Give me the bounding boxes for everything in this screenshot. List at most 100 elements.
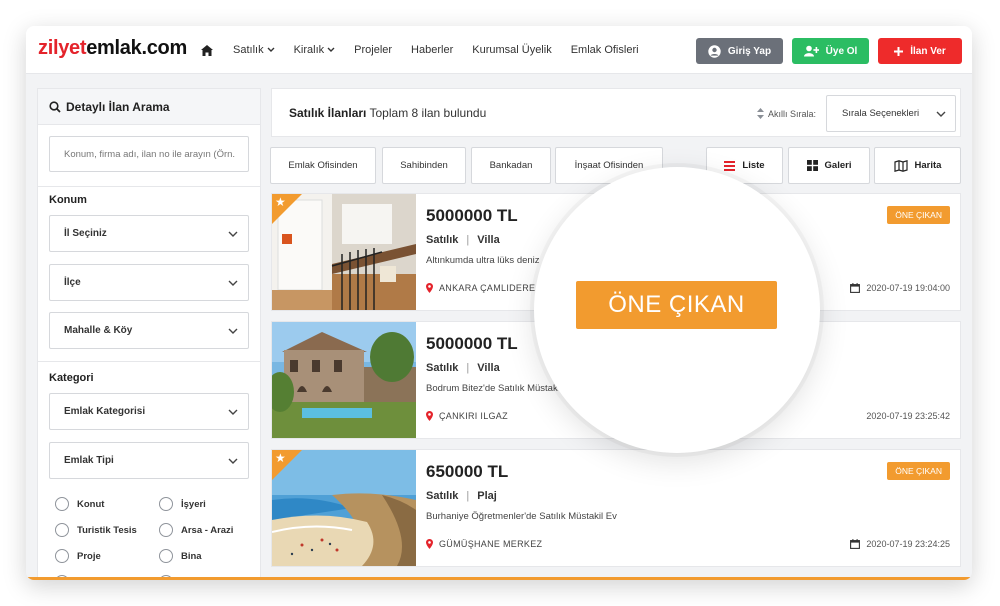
listing-location: ANKARA ÇAMLIDERE — [426, 283, 535, 293]
logo-part-red: zilyet — [38, 37, 87, 59]
radio-circle[interactable] — [159, 523, 173, 537]
radio-isyeri[interactable]: İşyeri — [159, 497, 206, 511]
sidebar-header: Detaylı İlan Arama — [38, 89, 260, 125]
radio-label: Arsa - Arazi — [181, 524, 234, 536]
grid-icon — [806, 160, 818, 171]
chevron-down-icon — [228, 328, 238, 334]
sort-select-value: Sırala Seçenekleri — [842, 108, 920, 119]
post-listing-button[interactable]: İlan Ver — [878, 38, 962, 64]
radio-label: Bina — [181, 550, 202, 562]
listing-photo[interactable] — [272, 322, 416, 438]
list-icon — [724, 160, 736, 171]
nav-satilik[interactable]: Satılık — [233, 44, 275, 56]
listing-type: Villa — [477, 362, 500, 374]
neighborhood-select[interactable]: Mahalle & Köy — [49, 312, 249, 349]
search-input[interactable]: Konum, firma adı, ilan no ile arayın (Ör… — [49, 136, 249, 172]
listing-date: 2020-07-19 23:25:42 — [866, 411, 950, 421]
star-icon: ★ — [275, 451, 286, 465]
nav-kurumsal-uyelik[interactable]: Kurumsal Üyelik — [472, 44, 551, 56]
radio-label: İşyeri — [181, 498, 206, 510]
calendar-icon — [850, 283, 861, 293]
login-label: Giriş Yap — [727, 45, 772, 57]
realty-type-select[interactable]: Emlak Tipi — [49, 442, 249, 479]
chevron-down-icon — [228, 231, 238, 237]
listing-type: Plaj — [477, 490, 497, 502]
sort-select[interactable]: Sırala Seçenekleri — [826, 95, 956, 132]
province-select-value: İl Seçiniz — [64, 228, 107, 239]
listing-description[interactable]: Altınkumda ultra lüks deniz — [426, 255, 540, 266]
separator: | — [466, 234, 470, 246]
separator: | — [466, 362, 470, 374]
results-count: Toplam 8 ilan bulundu — [369, 106, 487, 120]
logo-part-dark: emlak.com — [86, 37, 187, 59]
listing-description[interactable]: Bodrum Bitez'de Satılık Müstak — [426, 383, 558, 394]
radio-arsa-arazi[interactable]: Arsa - Arazi — [159, 523, 233, 537]
listing-description[interactable]: Burhaniye Öğretmenler'de Satılık Müstaki… — [426, 511, 617, 522]
radio-proje[interactable]: Proje — [55, 549, 101, 563]
results-header: Satılık İlanları Toplam 8 ilan bulundu A… — [271, 88, 961, 137]
divider — [38, 186, 260, 187]
listing-date: 2020-07-19 23:24:25 — [850, 539, 950, 549]
radio-circle[interactable] — [159, 497, 173, 511]
featured-badge-zoomed: ÖNE ÇIKAN — [576, 281, 777, 329]
realty-type-value: Emlak Tipi — [64, 455, 114, 466]
user-icon — [708, 44, 721, 58]
listing-type: Villa — [477, 234, 500, 246]
login-button[interactable]: Giriş Yap — [696, 38, 783, 64]
view-map-button[interactable]: Harita — [874, 147, 961, 184]
listing-location: ÇANKIRI ILGAZ — [426, 411, 508, 421]
location-label: Konum — [49, 194, 87, 206]
radio-circle[interactable] — [55, 549, 69, 563]
listing-date-text: 2020-07-19 23:25:42 — [866, 411, 950, 421]
radio-circle[interactable] — [55, 523, 69, 537]
nav-kiralik-label: Kiralık — [293, 44, 325, 56]
view-list-label: Liste — [742, 160, 765, 171]
listing-photo[interactable]: ★ — [272, 194, 416, 310]
listing-location: GÜMÜŞHANE MERKEZ — [426, 539, 542, 549]
filter-sahibinden[interactable]: Sahibinden — [382, 147, 466, 184]
nav-projeler[interactable]: Projeler — [354, 44, 392, 56]
radio-turistik-tesis[interactable]: Turistik Tesis — [55, 523, 137, 537]
home-icon[interactable] — [201, 44, 213, 56]
view-gallery-button[interactable]: Galeri — [788, 147, 870, 184]
radio-circle[interactable] — [55, 497, 69, 511]
filter-emlak-ofisinden[interactable]: Emlak Ofisinden — [270, 147, 376, 184]
realty-category-select[interactable]: Emlak Kategorisi — [49, 393, 249, 430]
radio-bina[interactable]: Bina — [159, 549, 202, 563]
nav-kiralik[interactable]: Kiralık — [294, 44, 336, 56]
nav-haberler[interactable]: Haberler — [411, 44, 453, 56]
radio-konut[interactable]: Konut — [55, 497, 104, 511]
nav-emlak-ofisleri[interactable]: Emlak Ofisleri — [571, 44, 639, 56]
chevron-down-icon — [936, 111, 946, 117]
register-label: Üye Ol — [825, 45, 858, 57]
listing-price[interactable]: 5000000 TL — [426, 206, 518, 226]
listing-price[interactable]: 5000000 TL — [426, 334, 518, 354]
results-title: Satılık İlanları Toplam 8 ilan bulundu — [289, 106, 486, 120]
logo[interactable]: zilyetemlak.com — [38, 37, 187, 60]
register-button[interactable]: Üye Ol — [792, 38, 869, 64]
listing-card[interactable]: ★ 650000 TL Satılık | Plaj Burhaniye Öğret… — [271, 449, 961, 567]
post-listing-label: İlan Ver — [910, 45, 946, 57]
map-pin-icon — [426, 283, 433, 293]
map-icon — [893, 159, 908, 172]
filter-bankadan[interactable]: Bankadan — [471, 147, 551, 184]
top-navbar: zilyetemlak.com Satılık Kiralık Projeler… — [26, 26, 972, 74]
listing-date: 2020-07-19 19:04:00 — [850, 283, 950, 293]
chevron-down-icon — [228, 409, 238, 415]
listing-date-text: 2020-07-19 19:04:00 — [866, 283, 950, 293]
search-icon — [49, 100, 61, 113]
chevron-down-icon — [327, 47, 335, 52]
nav-satilik-label: Satılık — [233, 44, 264, 56]
radio-circle[interactable] — [159, 549, 173, 563]
district-select[interactable]: İlçe — [49, 264, 249, 301]
featured-badge: ÖNE ÇIKAN — [887, 206, 950, 224]
listing-status: Satılık — [426, 362, 459, 374]
province-select[interactable]: İl Seçiniz — [49, 215, 249, 252]
listing-meta: Satılık | Plaj — [426, 490, 497, 502]
view-gallery-label: Galeri — [824, 160, 852, 171]
results-title-bold: Satılık İlanları — [289, 106, 367, 120]
listing-photo[interactable]: ★ — [272, 450, 416, 566]
listing-date-text: 2020-07-19 23:24:25 — [866, 539, 950, 549]
search-sidebar: Detaylı İlan Arama Konum, firma adı, ila… — [37, 88, 261, 580]
listing-price[interactable]: 650000 TL — [426, 462, 508, 482]
